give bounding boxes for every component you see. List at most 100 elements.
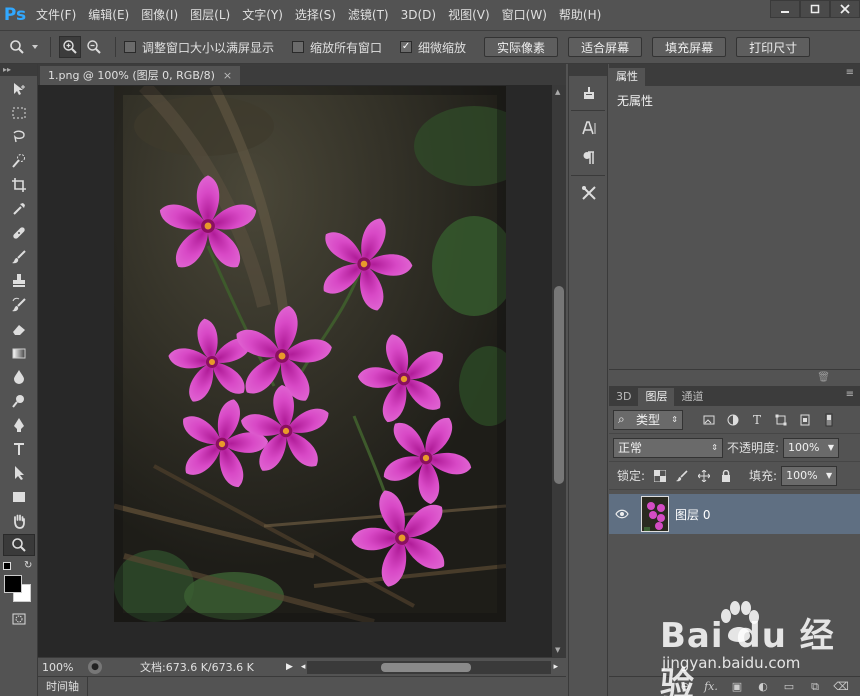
hand-icon[interactable] [3,510,35,532]
checkbox-box[interactable] [292,41,305,53]
fit-screen-button[interactable]: 适合屏幕 [568,37,643,57]
type-filter-icon[interactable]: T [745,410,769,430]
adjustment-filter-icon[interactable] [721,410,745,430]
dodge-icon[interactable] [3,390,35,412]
bandage-icon[interactable] [3,222,35,244]
scrollbar-thumb[interactable] [381,662,472,672]
layer-name[interactable]: 图层 0 [675,506,710,523]
layer-filter-select[interactable]: ⌕ 类型 ⇕ [613,409,683,430]
tool-presets-icon[interactable] [575,80,603,106]
menu-image[interactable]: 图像(I) [135,0,184,30]
zoom-in-icon[interactable] [59,36,81,58]
play-arrow-icon[interactable]: ▶ [286,662,293,672]
folder-icon[interactable]: ▭ [776,680,802,693]
tab-timeline[interactable]: 时间轴 [38,677,88,696]
scrubby-zoom-checkbox[interactable]: ✓ 细微缩放 [400,39,466,56]
eraser-icon[interactable] [3,318,35,340]
eyedropper-icon[interactable] [3,198,35,220]
menu-file[interactable]: 文件(F) [30,0,82,30]
close-icon[interactable] [830,0,860,18]
actual-pixels-button[interactable]: 实际像素 [484,37,559,57]
fill-field[interactable]: 100% ▼ [781,465,838,486]
chevron-down-icon[interactable]: ▼ [828,443,834,452]
rectangle-icon[interactable] [3,486,35,508]
maximize-icon[interactable] [800,0,830,18]
tab-layers[interactable]: 图层 [638,388,675,406]
close-icon[interactable]: × [223,66,232,85]
menu-type[interactable]: 文字(Y) [236,0,289,30]
shape-filter-icon[interactable] [769,410,793,430]
blur-icon[interactable] [3,366,35,388]
scrollbar-thumb[interactable] [554,286,564,484]
lock-all-icon[interactable] [715,466,737,486]
zoom-level-field[interactable]: 100% [38,661,88,674]
lock-position-icon[interactable] [693,466,715,486]
panel-menu-icon[interactable]: ≡ [846,389,854,400]
zoom-icon[interactable] [6,36,28,58]
menu-edit[interactable]: 编辑(E) [82,0,135,30]
scroll-left-icon[interactable]: ◂ [301,662,306,672]
quick-select-icon[interactable] [3,150,35,172]
lasso-icon[interactable] [3,126,35,148]
menu-help[interactable]: 帮助(H) [553,0,607,30]
smart-object-filter-icon[interactable] [793,410,817,430]
scroll-down-icon[interactable]: ▼ [555,646,560,654]
tab-3d[interactable]: 3D [609,388,638,406]
zoom-all-windows-checkbox[interactable]: 缩放所有窗口 [292,39,382,56]
tab-properties[interactable]: 属性 [609,68,645,86]
crop-icon[interactable] [3,174,35,196]
zoom-out-icon[interactable] [83,36,105,58]
chevron-down-icon[interactable]: ▼ [826,471,832,480]
layer-row[interactable]: 图层 0 [609,494,860,534]
horizontal-scrollbar[interactable] [307,660,552,674]
default-colors-icon[interactable] [3,562,11,570]
move-icon[interactable] [3,78,35,100]
pixel-filter-icon[interactable] [697,410,721,430]
marquee-icon[interactable] [3,102,35,124]
quick-mask-icon[interactable] [3,608,35,630]
print-size-button[interactable]: 打印尺寸 [736,37,811,57]
brush-tools-icon[interactable] [575,180,603,206]
character-icon[interactable] [575,115,603,141]
lock-transparency-icon[interactable] [649,466,671,486]
type-icon[interactable] [3,438,35,460]
tab-channels[interactable]: 通道 [674,388,710,406]
panel-collapse-icon[interactable] [569,64,607,76]
blend-mode-select[interactable]: 正常 ⇕ [613,437,723,458]
new-layer-icon[interactable]: ⧉ [802,680,828,694]
chevron-down-icon[interactable] [30,36,40,58]
gradient-icon[interactable] [3,342,35,364]
scroll-right-icon[interactable]: ▸ [553,662,558,672]
menu-filter[interactable]: 滤镜(T) [342,0,395,30]
panel-menu-icon[interactable]: ≡ [846,67,854,78]
fill-screen-button[interactable]: 填充屏幕 [652,37,727,57]
info-icon[interactable]: ● [88,660,102,674]
pen-icon[interactable] [3,414,35,436]
stamp-icon[interactable] [3,270,35,292]
swap-colors-icon[interactable]: ↻ [24,560,32,571]
resize-windows-checkbox[interactable]: 调整窗口大小以满屏显示 [124,39,274,56]
menu-view[interactable]: 视图(V) [442,0,496,30]
arrow-icon[interactable] [3,462,35,484]
minimize-icon[interactable] [770,0,800,18]
brush-icon[interactable] [3,246,35,268]
checkbox-box[interactable] [124,41,136,53]
zoom-icon[interactable] [3,534,35,556]
menu-select[interactable]: 选择(S) [289,0,342,30]
lock-pixels-icon[interactable] [671,466,693,486]
link-icon[interactable]: ⊖ [672,680,698,693]
filter-toggle-icon[interactable] [817,410,841,430]
panel-collapse-icon[interactable]: ▸▸ [0,64,37,76]
layer-thumbnail[interactable] [641,496,669,532]
document-canvas[interactable] [114,86,506,622]
history-brush-icon[interactable] [3,294,35,316]
menu-3d[interactable]: 3D(D) [395,0,442,30]
vertical-scrollbar[interactable]: ▲ ▼ [552,85,566,657]
checkmark-icon[interactable]: ✓ [400,41,413,53]
paragraph-icon[interactable] [575,145,603,171]
menu-layer[interactable]: 图层(L) [184,0,236,30]
scroll-up-icon[interactable]: ▲ [555,88,560,96]
trash-icon[interactable]: ⌫ [828,680,854,693]
eye-icon[interactable] [609,509,635,519]
opacity-field[interactable]: 100% ▼ [783,437,840,458]
